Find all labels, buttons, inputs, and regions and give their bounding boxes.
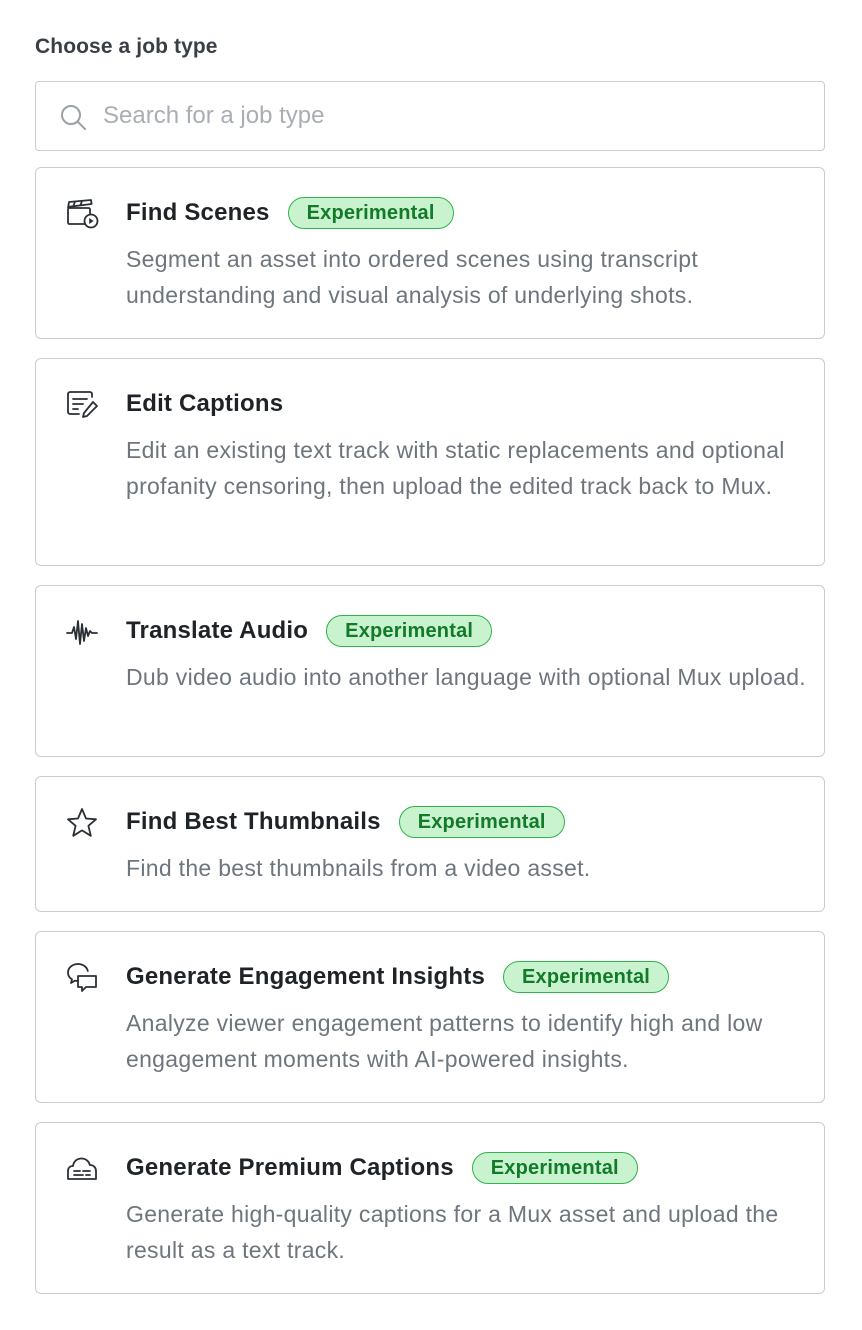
- job-description: Dub video audio into another language wi…: [126, 664, 806, 690]
- job-title: Translate Audio: [126, 617, 309, 644]
- star-icon: [64, 805, 100, 841]
- job-title: Find Best Thumbnails: [126, 808, 381, 835]
- job-description: Edit an existing text track with static …: [126, 437, 785, 499]
- section-heading: Choose a job type: [35, 35, 218, 58]
- job-description: Segment an asset into ordered scenes usi…: [126, 246, 699, 308]
- job-title: Edit Captions: [126, 390, 284, 417]
- edit-text-icon: [64, 387, 100, 423]
- captions-cloud-icon: [64, 1151, 100, 1187]
- job-title: Generate Engagement Insights: [126, 963, 486, 990]
- job-type-picker: Choose a job type Find Scenes Experiment…: [0, 0, 862, 1330]
- chat-bubbles-icon: [64, 960, 100, 996]
- job-card-generate-engagement-insights[interactable]: Generate Engagement Insights Experimenta…: [35, 931, 825, 1103]
- experimental-badge: Experimental: [398, 806, 565, 838]
- audio-waveform-icon: [64, 614, 100, 650]
- job-description: Find the best thumbnails from a video as…: [126, 855, 591, 881]
- search-icon: [59, 103, 87, 131]
- job-card-generate-premium-captions[interactable]: Generate Premium Captions Experimental G…: [35, 1122, 825, 1294]
- job-description: Analyze viewer engagement patterns to id…: [126, 1010, 763, 1072]
- search-box[interactable]: [35, 81, 825, 151]
- experimental-badge: Experimental: [471, 1152, 638, 1184]
- job-card-translate-audio[interactable]: Translate Audio Experimental Dub video a…: [35, 585, 825, 757]
- job-title: Generate Premium Captions: [126, 1154, 454, 1181]
- job-card-edit-captions[interactable]: Edit Captions Edit an existing text trac…: [35, 358, 825, 566]
- experimental-badge: Experimental: [503, 961, 670, 993]
- job-description: Generate high-quality captions for a Mux…: [126, 1201, 779, 1263]
- clapperboard-play-icon: [64, 196, 100, 232]
- job-card-find-scenes[interactable]: Find Scenes Experimental Segment an asse…: [35, 167, 825, 339]
- experimental-badge: Experimental: [287, 197, 454, 229]
- job-title: Find Scenes: [126, 199, 270, 226]
- experimental-badge: Experimental: [326, 615, 493, 647]
- job-card-find-best-thumbnails[interactable]: Find Best Thumbnails Experimental Find t…: [35, 776, 825, 912]
- search-input[interactable]: [103, 82, 803, 150]
